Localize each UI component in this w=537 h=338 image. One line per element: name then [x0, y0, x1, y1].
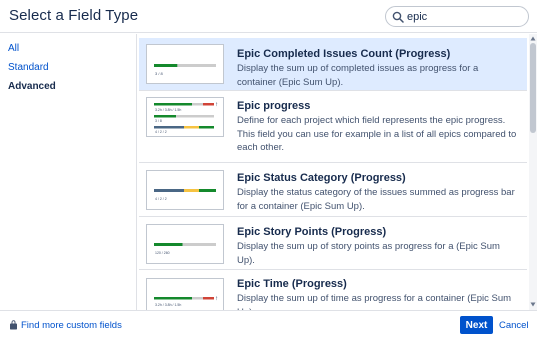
find-more-custom-fields-link[interactable]: Find more custom fields [9, 320, 122, 331]
over-estimate-icon: ↑ [215, 102, 218, 108]
time-over-segment [203, 103, 214, 106]
progress-preview-chart: 4 / 2 / 2 [154, 189, 216, 201]
status-done-segment [199, 189, 216, 192]
search-box[interactable] [385, 6, 529, 27]
field-type-title: Epic progress [237, 100, 311, 112]
sidebar-item-advanced[interactable]: Advanced [8, 81, 56, 92]
field-type-description: Define for each project which field repr… [237, 115, 517, 153]
field-type-item-completed-issues[interactable]: 3 / 8 Epic Completed Issues Count (Progr… [139, 38, 527, 91]
field-preview-thumbnail: ↑ 3.2h / 3.8h / 1.5h [146, 278, 224, 310]
points-remaining-segment [176, 115, 214, 118]
progress-preview-chart: 3 / 8 [154, 64, 216, 76]
time-logged-segment [154, 103, 192, 106]
next-button[interactable]: Next [460, 316, 493, 334]
field-type-title: Epic Story Points (Progress) [237, 226, 387, 238]
field-type-item-status-category[interactable]: 4 / 2 / 2 Epic Status Category (Progress… [139, 163, 527, 217]
status-inprogress-segment [184, 126, 199, 129]
field-type-description: Display the sum up of completed issues a… [237, 63, 479, 88]
progress-label: 3.2h / 3.8h / 1.5h [155, 303, 181, 307]
field-type-list: 3 / 8 Epic Completed Issues Count (Progr… [137, 34, 529, 310]
sidebar-item-all[interactable]: All [8, 43, 19, 54]
sidebar-item-standard[interactable]: Standard [8, 62, 49, 73]
time-over-segment [203, 297, 214, 300]
field-type-title: Epic Status Category (Progress) [237, 172, 406, 184]
dialog-title: Select a Field Type [9, 7, 139, 24]
field-type-description: Display the status category of the issue… [237, 187, 515, 212]
scrollbar-thumb[interactable] [530, 43, 536, 133]
field-preview-thumbnail: 120 / 260 [146, 224, 224, 264]
find-more-label: Find more custom fields [21, 320, 122, 331]
dialog-header: Select a Field Type [0, 0, 537, 33]
field-preview-thumbnail: 3 / 8 [146, 44, 224, 84]
progress-label: 3 / 8 [155, 71, 164, 76]
progress-done-segment [154, 64, 178, 67]
field-type-item-epic-progress[interactable]: ↑ 3.2h / 3.8h / 1.5h 3 / 8 4 / 2 / 2 Epi… [139, 91, 527, 163]
field-preview-thumbnail: 4 / 2 / 2 [146, 170, 224, 210]
progress-label: 120 / 260 [155, 251, 170, 255]
field-type-description: Display the sum up of time as progress f… [237, 293, 512, 310]
search-input[interactable] [407, 8, 525, 25]
points-label: 3 / 8 [155, 119, 162, 123]
category-sidebar: All Standard Advanced [0, 34, 137, 310]
time-label: 3.2h / 3.8h / 1.5h [155, 108, 181, 112]
progress-preview-chart: ↑ 3.2h / 3.8h / 1.5h 3 / 8 4 / 2 / 2 [154, 102, 218, 134]
time-remaining-segment [192, 103, 203, 106]
points-done-segment [154, 115, 176, 118]
time-remaining-segment [192, 297, 203, 300]
field-preview-thumbnail: ↑ 3.2h / 3.8h / 1.5h 3 / 8 4 / 2 / 2 [146, 97, 224, 137]
progress-label: 4 / 2 / 2 [155, 197, 167, 201]
progress-done-segment [154, 243, 183, 246]
status-todo-segment [154, 126, 184, 129]
status-inprogress-segment [184, 189, 199, 192]
time-logged-segment [154, 297, 192, 300]
field-type-item-epic-time[interactable]: ↑ 3.2h / 3.8h / 1.5h Epic Time (Progress… [139, 270, 527, 310]
shopping-bag-icon [10, 320, 17, 330]
field-type-title: Epic Completed Issues Count (Progress) [237, 48, 451, 60]
scroll-down-arrow-icon[interactable] [530, 302, 536, 307]
search-icon [392, 11, 404, 23]
status-todo-segment [154, 189, 184, 192]
status-label: 4 / 2 / 2 [155, 130, 167, 134]
field-type-description: Display the sum up of story points as pr… [237, 241, 500, 266]
over-estimate-icon: ↑ [215, 296, 218, 302]
field-type-item-story-points[interactable]: 120 / 260 Epic Story Points (Progress) D… [139, 217, 527, 270]
field-type-title: Epic Time (Progress) [237, 278, 347, 290]
scroll-up-arrow-icon[interactable] [530, 36, 536, 41]
list-scrollbar[interactable] [529, 34, 537, 310]
dialog-footer: Find more custom fields Next Cancel [0, 310, 537, 338]
progress-preview-chart: ↑ 3.2h / 3.8h / 1.5h [154, 296, 218, 307]
progress-preview-chart: 120 / 260 [154, 243, 216, 255]
status-done-segment [199, 126, 214, 129]
cancel-link[interactable]: Cancel [499, 320, 529, 331]
